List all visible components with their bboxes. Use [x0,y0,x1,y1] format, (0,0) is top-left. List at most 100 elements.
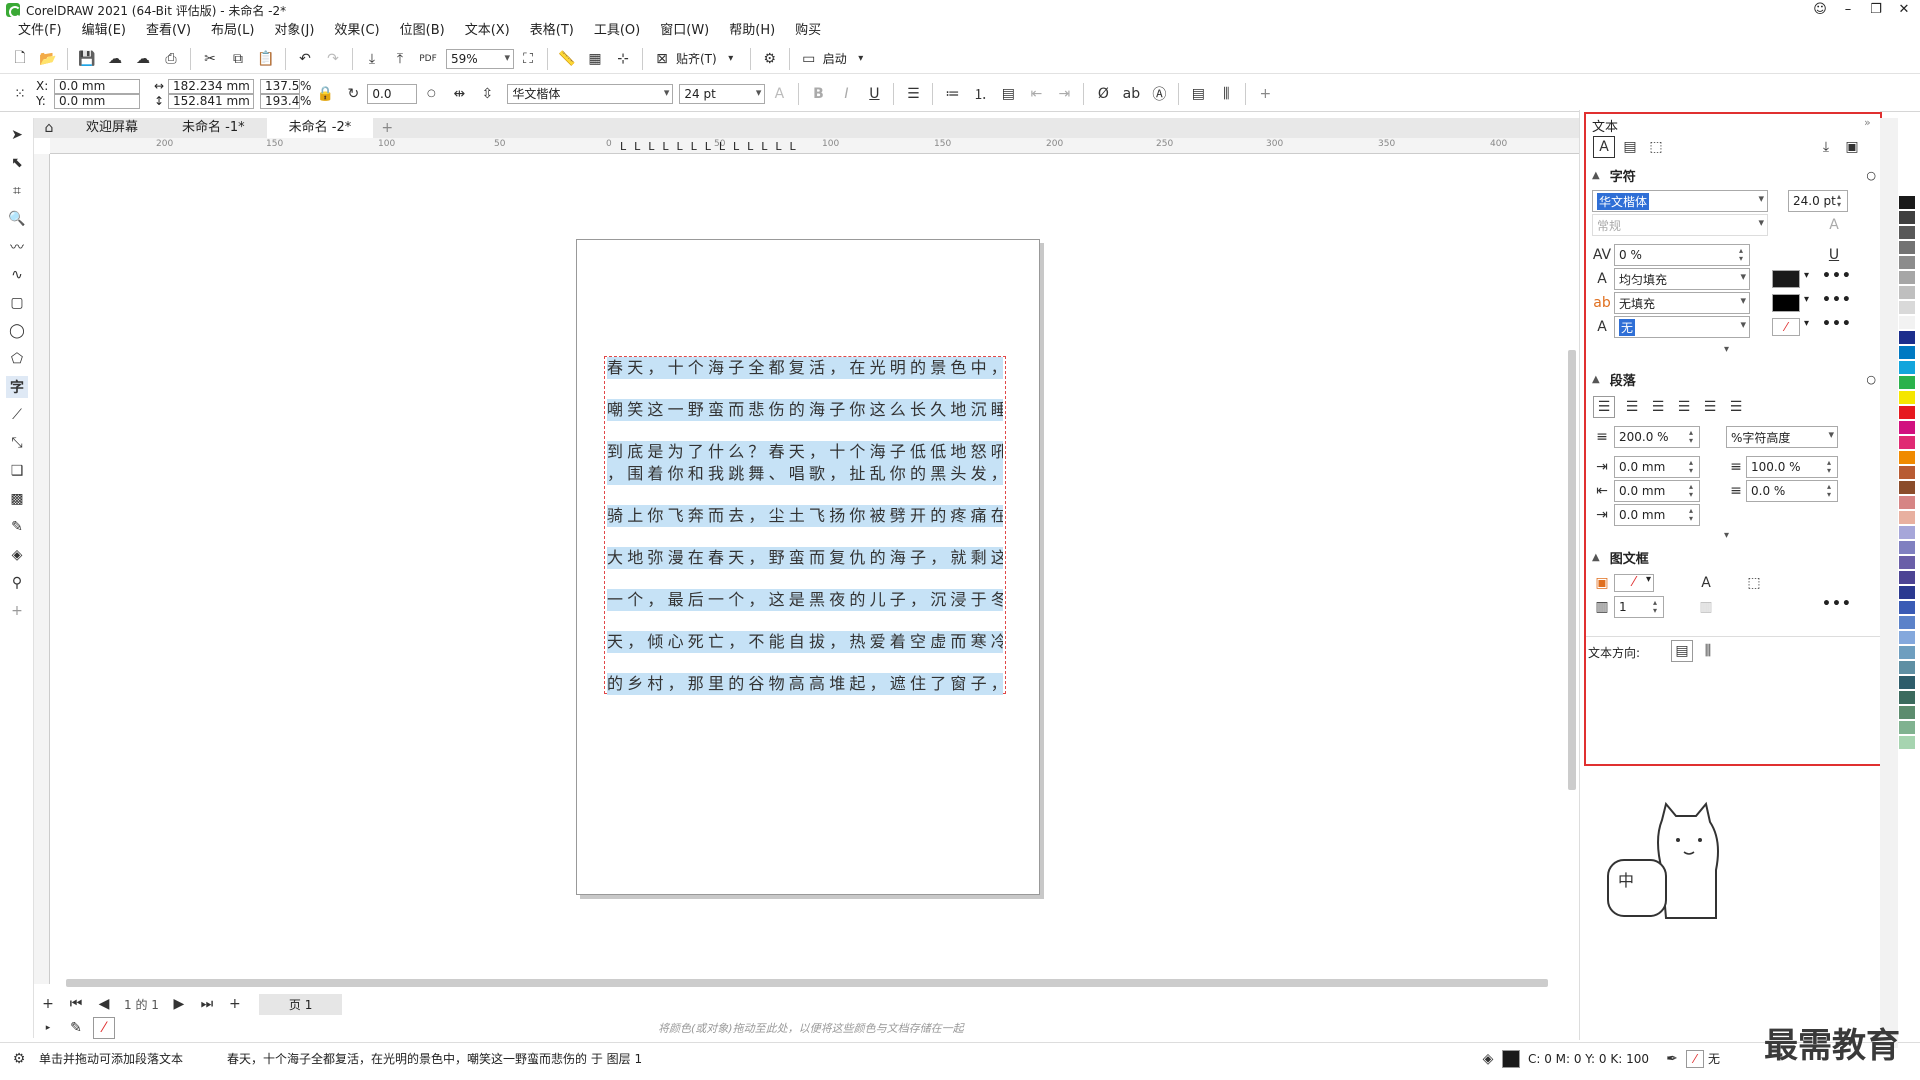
palette-swatch[interactable] [1898,585,1916,600]
tab-untitled-1[interactable]: 未命名 -1* [160,118,267,138]
scroll-thumb[interactable] [1568,350,1576,790]
palette-swatch[interactable] [1898,240,1916,255]
chevron-down-icon[interactable]: ▾ [1646,574,1651,585]
fit-frame-icon[interactable]: ⬚ [1743,572,1765,594]
launch-icon[interactable]: ▭ [798,48,820,70]
outline-select[interactable]: 无 [1614,316,1750,338]
column-settings-icon[interactable]: ▥ [1695,596,1717,618]
copy-icon[interactable]: ⧉ [227,48,249,70]
polygon-tool-icon[interactable]: ⬠ [6,348,28,370]
collapse-panel-icon[interactable]: » [1864,116,1871,129]
palette-swatch[interactable] [1898,570,1916,585]
palette-swatch[interactable] [1898,540,1916,555]
vertical-align-icon[interactable]: A [1695,572,1717,594]
align-left-icon[interactable]: ☰ [1621,396,1643,418]
zoom-level-select[interactable]: 59% [446,48,514,69]
text-line[interactable]: 骑上你飞奔而去，尘土飞扬你被劈开的疼痛在 [607,505,1003,527]
bold-icon[interactable]: B [807,83,829,105]
palette-swatch[interactable] [1898,360,1916,375]
character-tab-icon[interactable]: A [1593,136,1615,158]
chevron-down-icon[interactable]: ▾ [720,48,742,70]
mirror-vertical-icon[interactable]: ⇳ [476,83,498,105]
palette-swatch[interactable] [1898,555,1916,570]
rulers-icon[interactable]: 📏 [556,48,578,70]
palette-swatch[interactable] [1898,600,1916,615]
no-color-icon[interactable]: ⁄ [93,1017,115,1039]
fill-color-swatch[interactable] [1772,270,1800,288]
fill-icon[interactable]: ◈ [1477,1048,1499,1070]
more-options-icon[interactable]: ••• [1822,268,1852,284]
new-tab-icon[interactable]: + [376,117,398,139]
outline-swatch[interactable]: ⁄ [1685,1049,1704,1068]
outline-color-swatch[interactable]: ⁄ [1772,318,1800,336]
panel-options-icon[interactable]: ▣ [1841,136,1863,158]
gear-icon[interactable]: ⚙ [8,1048,30,1070]
palette-swatch[interactable] [1898,705,1916,720]
next-page-icon[interactable]: ▶ [168,993,190,1015]
text-tool-icon[interactable]: 字 [6,376,28,398]
frame-tab-icon[interactable]: ⬚ [1645,136,1667,158]
edit-text-icon[interactable]: ab [1120,83,1142,105]
bullet-list-icon[interactable]: ≔ [941,83,963,105]
decrease-indent-icon[interactable]: ⇤ [1025,83,1047,105]
print-icon[interactable]: ⎙ [160,48,182,70]
palette-swatch[interactable] [1898,375,1916,390]
text-line[interactable]: 大地弥漫在春天，野蛮而复仇的海子，就剩这 [607,547,1003,569]
palette-swatch[interactable] [1898,660,1916,675]
text-line[interactable]: 到底是为了什么？春天，十个海子低低地怒吼 [607,441,1003,463]
first-page-icon[interactable]: ⏮ [65,993,87,1015]
close-button[interactable]: ✕ [1890,0,1918,20]
ellipse-tool-icon[interactable]: ◯ [6,320,28,342]
add-icon[interactable]: + [1254,83,1276,105]
palette-swatch[interactable] [1898,270,1916,285]
user-icon[interactable]: ☺ [1806,0,1834,20]
add-page-icon[interactable]: + [37,993,59,1015]
text-line[interactable]: 天，倾心死亡，不能自拔，热爱着空虚而寒冷 [607,631,1003,653]
vertical-ruler[interactable] [34,154,50,984]
fill-swatch[interactable] [1501,1049,1520,1068]
italic-icon[interactable]: I [835,83,857,105]
palette-swatch[interactable] [1898,300,1916,315]
palette-swatch[interactable] [1898,435,1916,450]
font-size-select[interactable]: 24 pt [679,83,766,104]
palette-swatch[interactable] [1898,420,1916,435]
vertical-scrollbar[interactable] [1565,154,1579,976]
outline-pen-icon[interactable]: ✒ [1661,1048,1683,1070]
y-position-input[interactable]: 0.0 mm [54,93,140,109]
palette-swatch[interactable] [1898,720,1916,735]
no-align-icon[interactable]: ☰ [1593,396,1615,418]
pdf-icon[interactable]: PDF [417,48,439,70]
full-screen-icon[interactable]: ⛶ [517,48,539,70]
palette-swatch[interactable] [1898,180,1916,195]
add-tool-icon[interactable]: + [6,600,28,622]
expand-character-icon[interactable]: ▾ [1724,344,1729,355]
horizontal-direction-icon[interactable]: ▤ [1671,640,1693,662]
drop-shadow-icon[interactable]: ❑ [6,460,28,482]
alignment-icon[interactable]: ☰ [902,83,924,105]
connector-tool-icon[interactable]: ⤡ [6,432,28,454]
menu-layout[interactable]: 布局(L) [201,20,264,42]
vertical-text-icon[interactable]: ⫼ [1215,83,1237,105]
snap-to-menu[interactable]: 贴齐(T) [676,50,717,67]
docker-font-select[interactable]: 华文楷体 [1592,190,1768,212]
new-document-icon[interactable]: 🗋 [9,48,31,70]
palette-swatch[interactable] [1898,225,1916,240]
save-icon[interactable]: 💾 [76,48,98,70]
fill-type-select[interactable]: 均匀填充 [1614,268,1750,290]
increase-indent-icon[interactable]: ⇥ [1053,83,1075,105]
line-spacing-input[interactable]: 200.0 % [1614,426,1700,448]
text-line[interactable]: 嘲笑这一野蛮而悲伤的海子你这么长久地沉睡 [607,399,1003,421]
menu-file[interactable]: 文件(F) [8,20,72,42]
docker-tabs-strip[interactable] [1880,118,1898,1048]
character-section-header[interactable]: ▲ 字符 ○ [1592,166,1876,185]
cut-icon[interactable]: ✂ [199,48,221,70]
palette-swatch[interactable] [1898,330,1916,345]
palette-swatch[interactable] [1898,210,1916,225]
page-tab[interactable]: 页 1 [258,993,343,1015]
text-line[interactable]: 一个，最后一个，这是黑夜的儿子，沉浸于冬 [607,589,1003,611]
kerning-input[interactable]: 0 % [1614,244,1750,266]
text-properties-icon[interactable]: Ø [1092,83,1114,105]
freehand-tool-icon[interactable]: 〰 [6,236,28,258]
crop-tool-icon[interactable]: ⌗ [6,180,28,202]
palette-swatch[interactable] [1898,195,1916,210]
